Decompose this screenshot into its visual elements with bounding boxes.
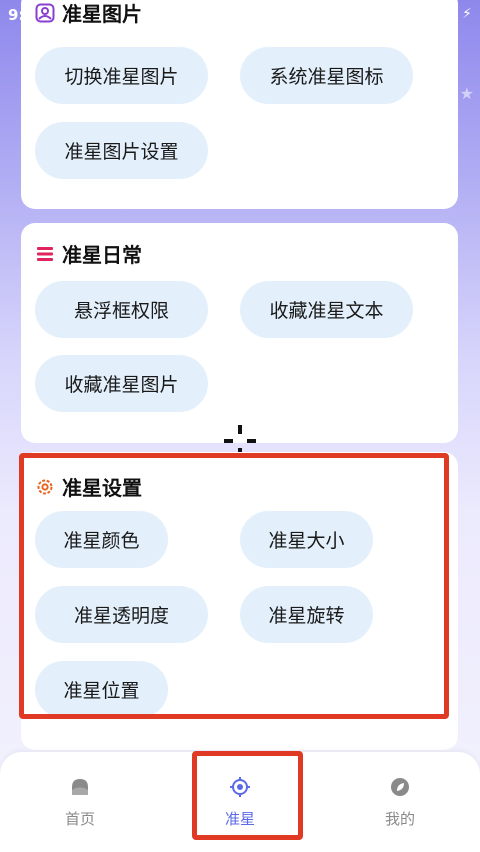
floating-window-permission-button[interactable]: 悬浮框权限	[35, 281, 208, 338]
card-crosshair-daily: 准星日常 悬浮框权限 收藏准星文本 收藏准星图片	[21, 223, 458, 443]
switch-crosshair-image-button[interactable]: 切换准星图片	[35, 47, 208, 104]
card-title-text: 准星日常	[62, 243, 142, 267]
card-title: 准星日常	[35, 239, 142, 268]
profile-leaf-icon	[389, 776, 411, 802]
nav-highlight-box	[192, 751, 303, 840]
crosshair-image-settings-button[interactable]: 准星图片设置	[35, 122, 208, 179]
nav-item-home[interactable]: 首页	[35, 776, 125, 829]
menu-lines-icon	[35, 244, 55, 264]
card-title-text: 准星图片	[62, 2, 142, 26]
nav-item-mine[interactable]: 我的	[355, 776, 445, 829]
home-icon	[69, 776, 91, 802]
decorative-star-icon: ★	[459, 84, 474, 103]
battery-charging-icon: ⚡	[462, 6, 472, 22]
nav-label: 我的	[384, 810, 415, 828]
nav-label: 首页	[64, 810, 95, 828]
card-crosshair-image: 准星图片 切换准星图片 系统准星图标 准星图片设置	[21, 0, 458, 209]
card-title: 准星图片	[35, 0, 142, 27]
settings-highlight-box	[19, 453, 449, 719]
favorite-crosshair-text-button[interactable]: 收藏准星文本	[240, 281, 413, 338]
favorite-crosshair-image-button[interactable]: 收藏准星图片	[35, 355, 208, 412]
system-crosshair-icon-button[interactable]: 系统准星图标	[240, 47, 413, 104]
image-settings-icon	[35, 3, 55, 23]
